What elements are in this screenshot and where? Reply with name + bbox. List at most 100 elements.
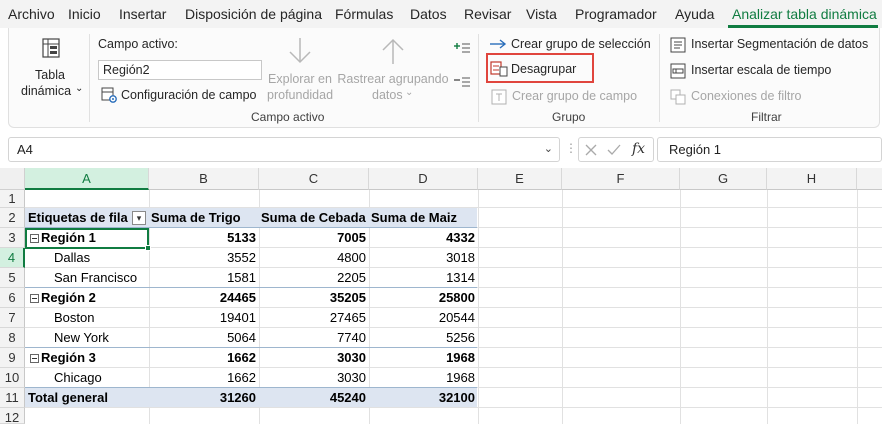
column-header-d[interactable]: D — [369, 168, 478, 190]
tab-revisar[interactable]: Revisar — [464, 6, 511, 22]
column-header-b[interactable]: B — [149, 168, 259, 190]
pivot-cell[interactable]: 3030 — [259, 368, 369, 388]
pivot-cell[interactable]: 1968 — [369, 348, 478, 368]
pivot-cell[interactable]: 2205 — [259, 268, 369, 288]
pivot-separator-line — [25, 287, 477, 288]
row-header-5[interactable]: 5 — [0, 268, 25, 288]
crear-grupo-campo-button[interactable]: Crear grupo de campo — [490, 87, 650, 107]
pivot-row-label[interactable]: Boston — [54, 308, 148, 328]
rastrear-agrupando-button[interactable]: Rastrear agrupando datos ⌄ — [337, 34, 449, 104]
tabla-dinamica-button[interactable]: Tabla dinámica ⌄ — [13, 34, 87, 104]
name-box-value: A4 — [17, 142, 33, 157]
pivot-cell[interactable]: 5133 — [149, 228, 259, 248]
pivot-cell[interactable]: 25800 — [369, 288, 478, 308]
column-header-c[interactable]: C — [259, 168, 369, 190]
name-box[interactable]: A4 ⌄ — [8, 137, 560, 162]
column-header-f[interactable]: F — [562, 168, 680, 190]
pivot-total-label[interactable]: Total general — [28, 388, 148, 408]
pivot-cell[interactable]: 27465 — [259, 308, 369, 328]
row-header-7[interactable]: 7 — [0, 308, 25, 328]
row-header-1[interactable]: 1 — [0, 190, 25, 208]
pivot-cell[interactable]: 3018 — [369, 248, 478, 268]
pivot-row-label[interactable]: Chicago — [54, 368, 148, 388]
collapse-icon[interactable] — [30, 294, 39, 303]
check-icon[interactable] — [607, 144, 621, 156]
formula-input[interactable]: Región 1 — [657, 137, 882, 162]
pivot-cell[interactable]: 7005 — [259, 228, 369, 248]
pivot-cell[interactable]: 35205 — [259, 288, 369, 308]
pivot-cell[interactable]: 1662 — [149, 368, 259, 388]
pivot-total-cell[interactable]: 31260 — [149, 388, 259, 408]
collapse-icon[interactable] — [30, 354, 39, 363]
row-header-10[interactable]: 10 — [0, 368, 25, 388]
tab-analizar-tabla-dinamica[interactable]: Analizar tabla dinámica — [732, 6, 877, 22]
pivot-row-label[interactable]: New York — [54, 328, 148, 348]
worksheet-grid[interactable]: A B C D E F G H Etiquetas de fila ▾ Suma… — [0, 168, 882, 424]
pivot-cell[interactable]: 7740 — [259, 328, 369, 348]
row-header-9[interactable]: 9 — [0, 348, 25, 368]
tab-ayuda[interactable]: Ayuda — [675, 6, 714, 22]
pivot-cell[interactable]: 1662 — [149, 348, 259, 368]
column-header-next[interactable] — [857, 168, 882, 190]
pivot-total-cell[interactable]: 32100 — [369, 388, 478, 408]
collapse-field-icon[interactable] — [454, 75, 470, 89]
pivot-cell[interactable]: 3552 — [149, 248, 259, 268]
row-header-6[interactable]: 6 — [0, 288, 25, 308]
tab-programador[interactable]: Programador — [575, 6, 657, 22]
active-cell-selection — [25, 228, 149, 249]
configuracion-campo-button[interactable]: Configuración de campo — [99, 86, 259, 106]
row-header-8[interactable]: 8 — [0, 328, 25, 348]
pivot-cell[interactable]: 1968 — [369, 368, 478, 388]
pivot-cell[interactable]: 3030 — [259, 348, 369, 368]
pivot-header-maiz: Suma de Maiz — [371, 210, 457, 225]
drill-down-icon — [289, 38, 311, 64]
cancel-icon[interactable] — [585, 144, 597, 156]
tab-archivo[interactable]: Archivo — [8, 6, 55, 22]
pivot-total-cell[interactable]: 45240 — [259, 388, 369, 408]
pivot-row-label[interactable]: Región 2 — [28, 288, 148, 308]
pivot-cell[interactable]: 5064 — [149, 328, 259, 348]
row-labels-filter-button[interactable]: ▾ — [132, 211, 146, 225]
column-header-e[interactable]: E — [478, 168, 562, 190]
expand-field-icon[interactable] — [454, 41, 470, 55]
insertar-segmentacion-button[interactable]: Insertar Segmentación de datos — [670, 35, 870, 55]
pivot-cell[interactable]: 4332 — [369, 228, 478, 248]
select-all-corner[interactable] — [0, 168, 25, 190]
row-header-2[interactable]: 2 — [0, 208, 25, 228]
campo-activo-input[interactable] — [98, 60, 262, 80]
pivot-row-label[interactable]: San Francisco — [54, 268, 148, 288]
tab-insertar[interactable]: Insertar — [119, 6, 166, 22]
pivot-cell[interactable]: 20544 — [369, 308, 478, 328]
desagrupar-button[interactable]: Desagrupar — [490, 60, 590, 80]
tab-inicio[interactable]: Inicio — [68, 6, 101, 22]
insert-function-icon[interactable]: fx — [632, 141, 645, 157]
pivot-cell[interactable]: 1314 — [369, 268, 478, 288]
timeline-icon — [670, 63, 686, 79]
column-header-g[interactable]: G — [680, 168, 767, 190]
pivot-cell[interactable]: 4800 — [259, 248, 369, 268]
explorar-profundidad-button[interactable]: Explorar en profundidad — [267, 34, 333, 104]
tabla-dinamica-label-2: dinámica — [21, 84, 72, 98]
row-header-3[interactable]: 3 — [0, 228, 25, 248]
column-header-a[interactable]: A — [25, 168, 149, 190]
tab-vista[interactable]: Vista — [526, 6, 557, 22]
row-header-12[interactable]: 12 — [0, 408, 25, 424]
pivot-cell[interactable]: 5256 — [369, 328, 478, 348]
pivot-row-label[interactable]: Dallas — [54, 248, 148, 268]
tab-datos[interactable]: Datos — [410, 6, 447, 22]
conexiones-filtro-button[interactable]: Conexiones de filtro — [670, 87, 870, 107]
tab-formulas[interactable]: Fórmulas — [335, 6, 393, 22]
crear-grupo-seleccion-button[interactable]: Crear grupo de selección — [489, 35, 651, 55]
pivot-cell[interactable]: 1581 — [149, 268, 259, 288]
column-header-h[interactable]: H — [767, 168, 857, 190]
tab-disposicion-pagina[interactable]: Disposición de página — [185, 6, 322, 22]
row-header-11[interactable]: 11 — [0, 388, 25, 408]
pivot-cell[interactable]: 24465 — [149, 288, 259, 308]
row-header-4[interactable]: 4 — [0, 248, 25, 268]
chevron-down-icon[interactable]: ⌄ — [544, 142, 553, 155]
more-options-icon[interactable]: ⋮ — [565, 141, 577, 155]
pivot-row-label[interactable]: Región 3 — [28, 348, 148, 368]
insertar-escala-tiempo-button[interactable]: Insertar escala de tiempo — [670, 61, 870, 81]
pivot-cell[interactable]: 19401 — [149, 308, 259, 328]
fill-handle[interactable] — [145, 245, 151, 251]
